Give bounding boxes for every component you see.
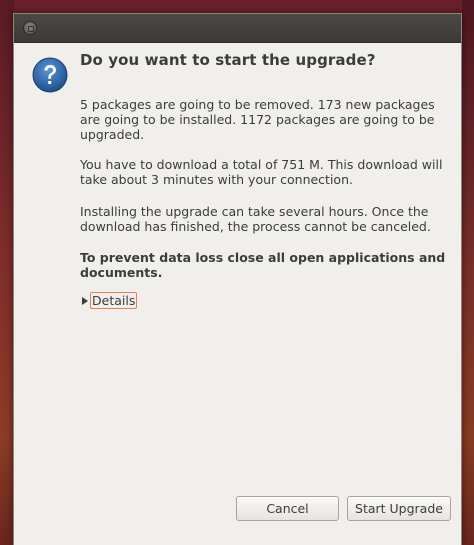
title-bar: [14, 14, 461, 43]
cancel-button[interactable]: Cancel: [236, 496, 339, 521]
details-label: Details: [90, 292, 138, 309]
dialog-heading: Do you want to start the upgrade?: [80, 51, 376, 69]
details-expander[interactable]: Details: [82, 292, 138, 309]
desktop-background-left: [0, 0, 14, 545]
download-summary: You have to download a total of 751 M. T…: [80, 157, 443, 187]
question-icon: [32, 57, 68, 93]
close-window-button[interactable]: [23, 21, 37, 35]
install-warning: Installing the upgrade can take several …: [80, 204, 431, 234]
desktop-background-right: [462, 0, 474, 545]
expander-triangle-icon: [82, 296, 88, 305]
data-loss-warning: To prevent data loss close all open appl…: [80, 250, 446, 280]
upgrade-dialog: Do you want to start the upgrade? 5 pack…: [13, 13, 462, 545]
start-upgrade-button[interactable]: Start Upgrade: [347, 496, 451, 521]
packages-summary: 5 packages are going to be removed. 173 …: [80, 97, 435, 142]
